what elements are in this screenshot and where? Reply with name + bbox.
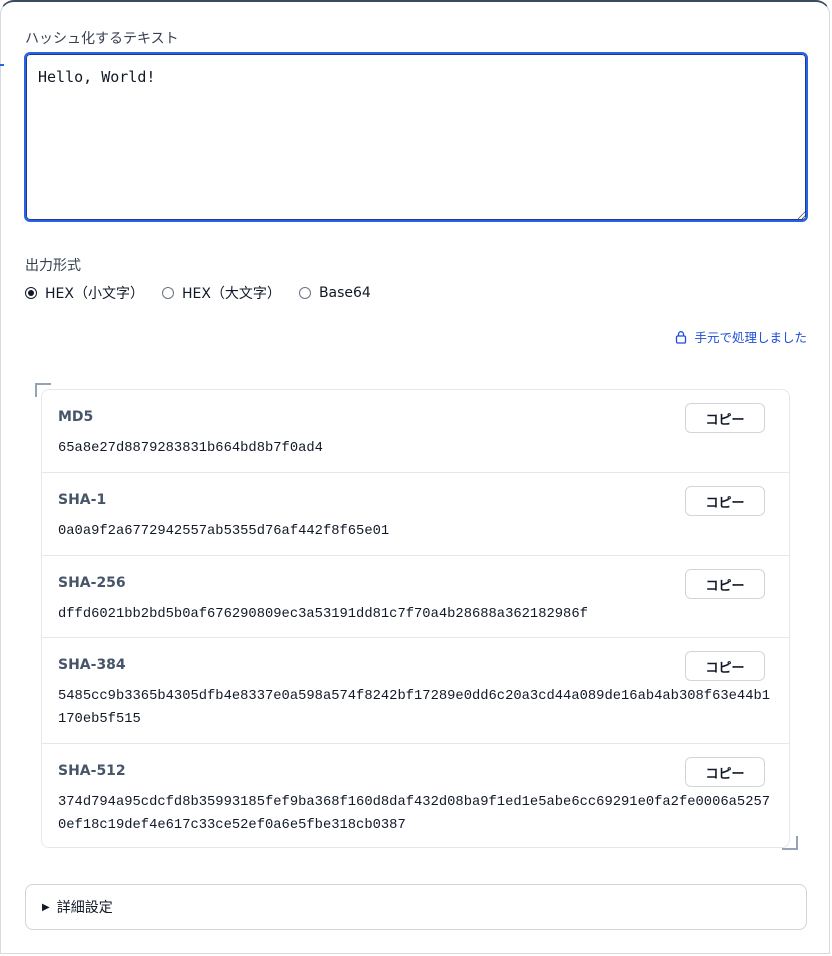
algorithm-name: SHA-1 [58, 492, 107, 508]
format-option-label: HEX（大文字） [181, 286, 281, 302]
hash-row-sha1: SHA-1 コピー 0a0a9f2a6772942557ab5355d76af4… [42, 472, 789, 555]
radio-hex-lower[interactable] [25, 287, 37, 299]
format-option-base64[interactable]: Base64 [298, 285, 371, 301]
hash-row-sha256: SHA-256 コピー dffd6021bb2bd5b0af676290809e… [42, 555, 789, 637]
format-option-label: HEX（小文字） [45, 286, 144, 302]
advanced-settings-toggle[interactable]: ▶ 詳細設定 [25, 884, 807, 930]
algorithm-name: MD5 [58, 409, 94, 425]
copy-sha512-button[interactable]: コピー [685, 757, 765, 787]
hash-text-input[interactable] [24, 52, 808, 222]
format-option-hex-upper[interactable]: HEX（大文字） [161, 283, 281, 303]
format-radio-group: HEX（小文字） HEX（大文字） Base64 [25, 283, 389, 303]
hash-value: 65a8e27d8879283831b664bd8b7f0ad4 [58, 441, 323, 456]
hash-value: 5485cc9b3365b4305dfb4e8337e0a598a574f824… [58, 689, 771, 727]
format-option-label: Base64 [318, 285, 371, 301]
format-option-hex-lower[interactable]: HEX（小文字） [25, 283, 144, 303]
radio-hex-upper[interactable] [161, 287, 174, 299]
lock-icon [676, 330, 687, 344]
hash-row-md5: MD5 コピー 65a8e27d8879283831b664bd8b7f0ad4 [42, 390, 789, 472]
advanced-settings-label: 詳細設定 [56, 900, 113, 916]
copy-sha1-button[interactable]: コピー [685, 486, 765, 516]
copy-sha256-button[interactable]: コピー [685, 569, 765, 599]
radio-base64[interactable] [298, 287, 311, 299]
local-processing-status: 手元で処理しました [674, 327, 807, 346]
hash-results-list: MD5 コピー 65a8e27d8879283831b664bd8b7f0ad4… [41, 389, 790, 848]
hash-row-sha512: SHA-512 コピー 374d794a95cdcfd8b35993185fef… [42, 743, 789, 847]
hash-value: 374d794a95cdcfd8b35993185fef9ba368f160d8… [58, 795, 771, 833]
copy-md5-button[interactable]: コピー [685, 403, 765, 433]
algorithm-name: SHA-384 [58, 657, 126, 673]
hash-value: 0a0a9f2a6772942557ab5355d76af442f8f65e01 [58, 524, 390, 539]
disclosure-triangle-icon: ▶ [42, 901, 50, 913]
hash-value: dffd6021bb2bd5b0af676290809ec3a53191dd81… [58, 607, 588, 622]
algorithm-name: SHA-256 [58, 575, 126, 591]
hash-row-sha384: SHA-384 コピー 5485cc9b3365b4305dfb4e8337e0… [42, 637, 789, 743]
copy-sha384-button[interactable]: コピー [685, 651, 765, 681]
format-label: 出力形式 [25, 258, 81, 274]
algorithm-name: SHA-512 [58, 763, 126, 779]
input-label: ハッシュ化するテキスト [25, 31, 179, 47]
focus-edge-marker [0, 64, 4, 66]
status-text: 手元で処理しました [694, 330, 807, 345]
